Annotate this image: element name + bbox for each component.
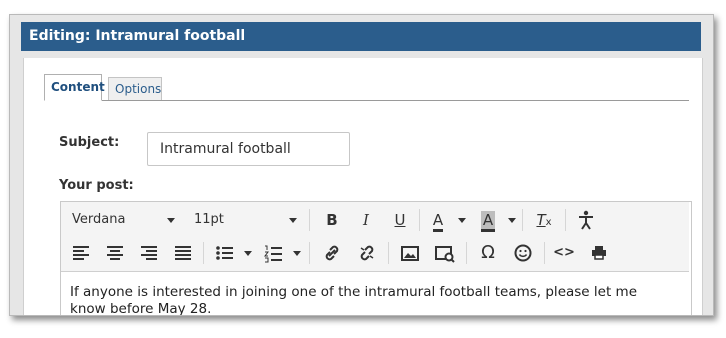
toolbar-divider bbox=[466, 242, 467, 264]
toolbar-divider bbox=[309, 209, 310, 231]
underline-icon[interactable]: U bbox=[387, 207, 413, 233]
rich-text-editor: Verdana 11pt B I U A A Tx Ω <> If anyone… bbox=[60, 201, 692, 315]
toolbar-divider bbox=[419, 209, 420, 231]
accessibility-icon[interactable] bbox=[573, 207, 599, 233]
background-color-icon[interactable]: A bbox=[477, 207, 499, 233]
font-size-select[interactable]: 11pt bbox=[194, 207, 304, 233]
text-color-icon[interactable]: A bbox=[427, 207, 449, 233]
post-label: Your post: bbox=[59, 178, 134, 193]
align-center-icon[interactable] bbox=[103, 240, 127, 266]
align-right-icon[interactable] bbox=[137, 240, 161, 266]
subject-input[interactable] bbox=[147, 132, 350, 166]
media-icon[interactable] bbox=[432, 240, 458, 266]
toolbar-divider bbox=[522, 209, 523, 231]
font-family-select[interactable]: Verdana bbox=[72, 207, 182, 233]
font-size-value: 11pt bbox=[194, 212, 224, 227]
italic-icon[interactable]: I bbox=[353, 207, 379, 233]
link-icon[interactable] bbox=[319, 240, 345, 266]
editor-toolbar: Verdana 11pt B I U A A Tx Ω <> bbox=[61, 202, 689, 272]
chevron-down-icon bbox=[167, 218, 175, 223]
justify-icon[interactable] bbox=[171, 240, 195, 266]
numbered-list-icon[interactable] bbox=[262, 240, 286, 266]
tab-content[interactable]: Content bbox=[44, 74, 105, 101]
clear-formatting-icon[interactable]: Tx bbox=[531, 207, 557, 233]
chevron-down-icon[interactable] bbox=[508, 218, 516, 223]
content-panel: Content Options Subject: Your post: Verd… bbox=[23, 58, 703, 315]
bold-icon[interactable]: B bbox=[319, 207, 345, 233]
tab-options[interactable]: Options bbox=[108, 77, 162, 100]
subject-label: Subject: bbox=[59, 135, 120, 150]
source-code-icon[interactable]: <> bbox=[551, 240, 577, 266]
tab-bar: Content Options bbox=[44, 74, 689, 101]
chevron-down-icon[interactable] bbox=[293, 251, 301, 256]
chevron-down-icon[interactable] bbox=[458, 218, 466, 223]
unlink-icon[interactable] bbox=[354, 240, 380, 266]
special-character-icon[interactable]: Ω bbox=[475, 240, 501, 266]
editor-window: Editing: Intramural football Content Opt… bbox=[9, 14, 714, 316]
toolbar-divider bbox=[309, 242, 310, 264]
image-icon[interactable] bbox=[397, 240, 423, 266]
toolbar-divider bbox=[544, 242, 545, 264]
chevron-down-icon bbox=[289, 218, 297, 223]
editor-body[interactable]: If anyone is interested in joining one o… bbox=[70, 284, 670, 315]
print-icon[interactable] bbox=[586, 240, 612, 266]
window-title: Editing: Intramural football bbox=[21, 22, 701, 51]
toolbar-divider bbox=[565, 209, 566, 231]
font-family-value: Verdana bbox=[72, 212, 126, 227]
bullet-list-icon[interactable] bbox=[213, 240, 237, 266]
align-left-icon[interactable] bbox=[69, 240, 93, 266]
chevron-down-icon[interactable] bbox=[244, 251, 252, 256]
toolbar-divider bbox=[388, 242, 389, 264]
emoji-icon[interactable] bbox=[510, 240, 536, 266]
toolbar-divider bbox=[203, 242, 204, 264]
